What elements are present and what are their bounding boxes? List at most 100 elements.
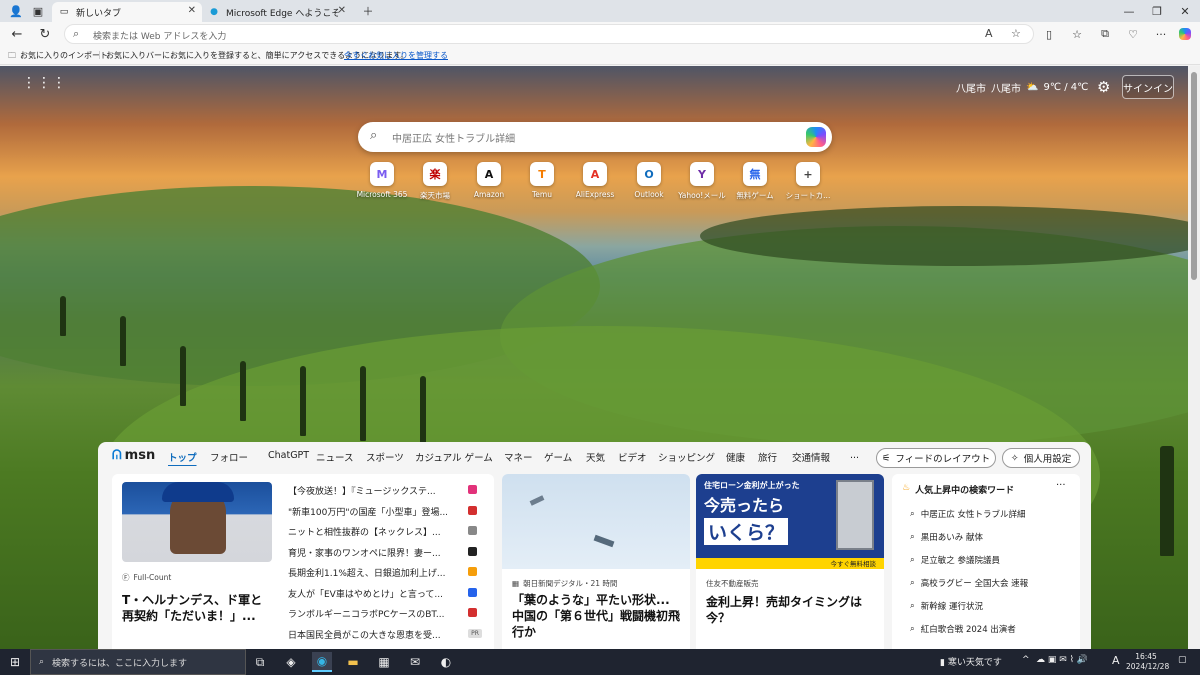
feed-tab[interactable]: 旅行 [758,450,777,464]
close-tab-icon[interactable]: ✕ [188,5,196,16]
favorite-star-icon[interactable]: ☆ [1011,27,1021,40]
feed-tab[interactable]: 天気 [586,450,605,464]
tab-new-tab[interactable]: ▭ 新しいタブ ✕ [52,2,202,22]
mail-icon[interactable]: ✉ [405,652,425,672]
quick-link[interactable]: Y Yahoo!メール [673,162,731,201]
windows-start-icon[interactable]: ⊞ [5,652,25,672]
tray-icons[interactable]: ☁ ▣ ✉ ⌇ 🔊 [1036,655,1088,665]
refresh-button[interactable]: ↻ [36,25,54,43]
feed-tab[interactable]: ビデオ [618,450,647,464]
quick-link[interactable]: 楽楽天市場 [406,162,464,201]
cypress-tree [1160,446,1174,556]
feed-tab[interactable]: カジュアル ゲーム [415,450,493,464]
feed-tab[interactable]: マネー [504,450,533,464]
feed-tab[interactable]: ニュース [316,450,354,464]
edge-taskbar-icon[interactable]: ◉ [312,652,332,672]
weather-tray[interactable]: ▮ 寒い天気です [940,655,1002,668]
ad-headline[interactable]: 金利上昇！売却タイミングは今？ [706,594,878,626]
new-tab-button[interactable]: ＋ [360,3,376,19]
ad-card[interactable]: 住宅ローン金利が上がった 今売ったら いくら？ 今すぐ無料相談 住友不動産販売 … [696,474,884,649]
trending-item[interactable]: ⌕ 黒田あいみ 献体 [910,531,983,543]
feed-tab[interactable]: ChatGPT [268,450,309,461]
feed-tab[interactable]: ショッピング [658,450,715,464]
file-explorer-icon[interactable]: ▬ [343,652,363,672]
trending-item[interactable]: ⌕ 紅白歌合戦 2024 出演者 [910,623,1016,635]
collections-icon[interactable]: ⧉ [1096,25,1114,43]
news-list-item[interactable]: 日本国民全員がこの大きな恩恵を受... [288,628,458,641]
feed-tab[interactable]: ゲーム [544,450,572,464]
feed-tab[interactable]: トップ [168,450,197,464]
web-search-box[interactable]: ⌕ 中居正広 女性トラブル詳細 [358,122,832,152]
quick-link[interactable]: 無無料ゲーム [726,162,784,201]
feed-tab[interactable]: ... [850,450,859,461]
news-card-aircraft[interactable]: ▦ 朝日新聞デジタル・21 時間 「葉のような」平たい形状... 中国の「第６世代… [502,474,690,649]
close-window-button[interactable]: ✕ [1170,0,1200,22]
minimize-button[interactable]: — [1114,0,1144,22]
news-list-item[interactable]: "新車100万円"の国産「小型車」登場... [288,505,458,518]
quick-link[interactable]: O Outlook [620,162,678,199]
news-list-item[interactable]: ニットと相性抜群の【ネックレス】... [288,525,458,538]
store-icon[interactable]: ▦ [374,652,394,672]
quick-link[interactable]: A Amazon [460,162,518,199]
address-bar[interactable]: ⌕ 検索または Web アドレスを入力 A ☆ [64,24,1034,44]
workspaces-icon[interactable]: ▣ [30,3,46,19]
news-card-main[interactable]: Ⓕ Full-Count T・ヘルナンデス、ド軍と再契約「ただいま！」... 【今… [112,474,494,649]
manage-favorites-link[interactable]: 今すぐお気に入りを管理する [344,50,448,61]
trending-label: 紅白歌合戦 2024 出演者 [920,625,1016,635]
signin-button[interactable]: サインイン [1122,75,1174,99]
apps-launcher-icon[interactable]: ⋮⋮⋮ [22,76,67,90]
msn-logo[interactable]: ᕬ msn [112,448,155,463]
notification-icon[interactable]: ▢ [1178,655,1187,665]
import-favorites-link[interactable]: お気に入りのインポート [20,50,108,61]
paint-icon[interactable]: ◐ [436,652,456,672]
quick-link[interactable]: + ショートカ... [779,162,837,201]
copilot-icon[interactable] [1176,25,1194,43]
split-screen-icon[interactable]: ▯ [1040,25,1058,43]
weather-widget[interactable]: 八尾市 八尾市 ⛅ 9℃ / 4℃ [956,80,1088,95]
news-list-item[interactable]: 【今夜放送！】『ミュージックステ... [288,484,458,497]
more-options-icon[interactable]: ··· [1056,480,1066,491]
news-list-item[interactable]: 育児・家事のワンオペに限界！妻ー... [288,546,458,559]
news-list-item[interactable]: 長期金利1.1%超え、日銀追加利上げ... [288,566,458,579]
trending-item[interactable]: ⌕ 高校ラグビー 全国大会 速報 [910,577,1028,589]
quick-link[interactable]: T Temu [513,162,571,199]
feed-tab[interactable]: スポーツ [366,450,404,464]
trending-item[interactable]: ⌕ 新幹線 運行状況 [910,600,983,612]
search-icon: ⌕ [910,578,915,588]
tab-edge-welcome[interactable]: ● Microsoft Edge へようこそ ✕ [202,2,352,22]
trending-item[interactable]: ⌕ 足立敏之 参議院議員 [910,554,1000,566]
feed-tab[interactable]: 健康 [726,450,745,464]
feed-tab[interactable]: フォロー [210,450,248,464]
chevron-up-icon[interactable]: ^ [1022,655,1030,665]
profile-icon[interactable]: 👤 [8,3,24,19]
page-scrollbar[interactable] [1188,66,1200,649]
copilot-icon[interactable] [806,127,826,147]
settings-gear-icon[interactable]: ⚙ [1097,78,1110,96]
news-headline[interactable]: T・ヘルナンデス、ド軍と再契約「ただいま！」... [122,592,272,624]
windows-taskbar: ⊞ ⌕ 検索するには、ここに入力します ⧉ ◈ ◉ ▬ ▦ ✉ ◐ ▮ 寒い天気… [0,649,1200,675]
trending-item[interactable]: ⌕ 中居正広 女性トラブル詳細 [910,508,1025,520]
personalize-button[interactable]: ✧ 個人用設定 [1002,448,1080,468]
browser-essentials-icon[interactable]: ♡ [1124,25,1142,43]
quick-link[interactable]: A AliExpress [566,162,624,199]
location-label: 八尾市 [956,84,986,95]
publisher-icon [468,546,477,556]
ime-indicator[interactable]: A [1112,654,1120,667]
news-headline[interactable]: 「葉のような」平たい形状... 中国の「第６世代」戦闘機初飛行か [512,592,684,640]
favorites-icon[interactable]: ☆ [1068,25,1086,43]
clock[interactable]: 16:45 2024/12/28 [1126,652,1169,672]
feed-tab[interactable]: 交通情報 [792,450,830,464]
more-menu-icon[interactable]: ··· [1152,25,1170,43]
news-list-item[interactable]: ランボルギーニコラボPCケースのBT... [288,607,458,620]
quick-link[interactable]: M Microsoft 365 [353,162,411,199]
restore-button[interactable]: ❐ [1142,0,1172,22]
feed-layout-button[interactable]: ⚟ フィードのレイアウト [876,448,996,468]
read-aloud-icon[interactable]: A [985,27,993,40]
news-list-item[interactable]: 友人が「EV車はやめとけ」と言って... [288,587,458,600]
taskbar-search-box[interactable]: ⌕ 検索するには、ここに入力します [30,649,246,675]
task-view-icon[interactable]: ⧉ [250,652,270,672]
scrollbar-thumb[interactable] [1191,72,1197,280]
back-button[interactable]: ← [8,25,26,43]
close-tab-icon[interactable]: ✕ [338,5,346,16]
copilot-taskbar-icon[interactable]: ◈ [281,652,301,672]
